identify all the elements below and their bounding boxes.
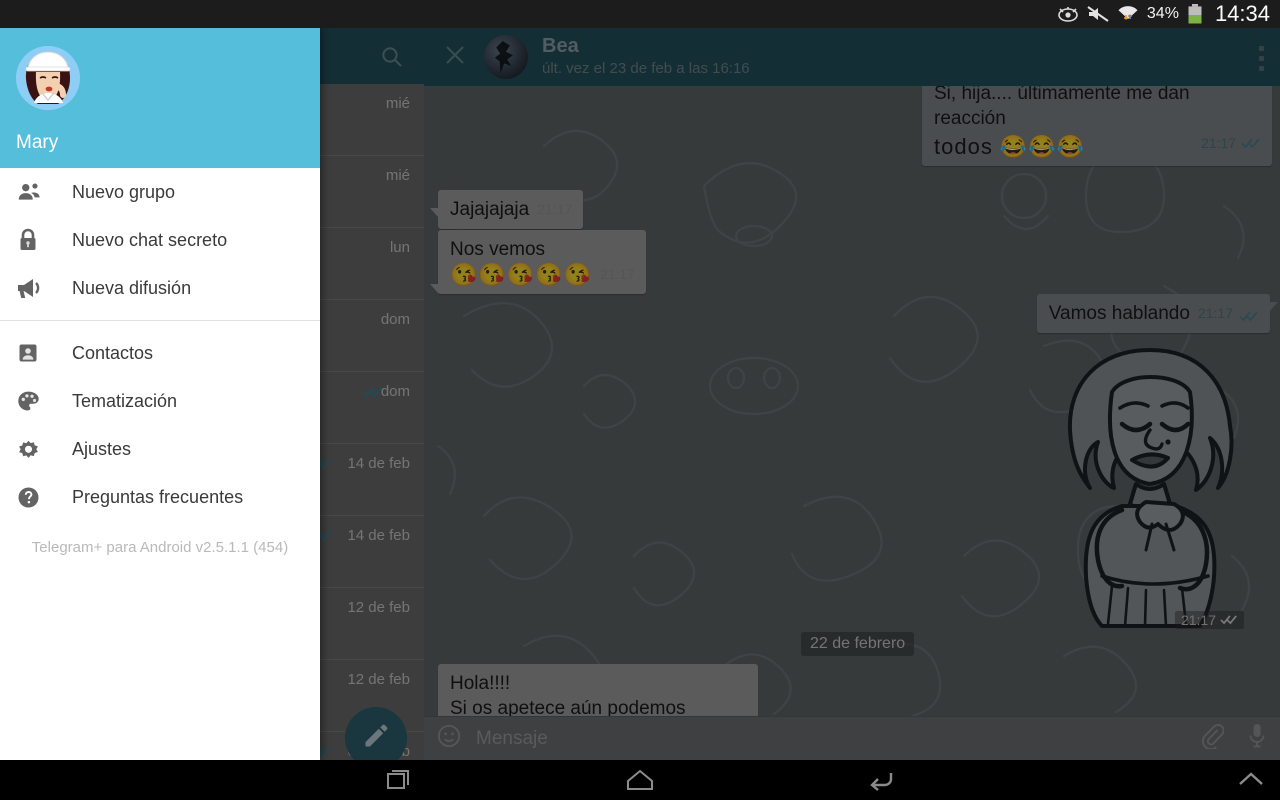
mute-icon: [1087, 5, 1109, 23]
drawer-item-contactos[interactable]: Contactos: [0, 329, 320, 377]
drawer-item-nueva-difusi-n[interactable]: Nueva difusión: [0, 264, 320, 312]
wifi-icon: [1117, 5, 1139, 23]
drawer-item-nuevo-grupo[interactable]: Nuevo grupo: [0, 168, 320, 216]
drawer-item-label: Preguntas frecuentes: [72, 486, 244, 507]
status-bar: 34% 14:34: [0, 0, 1280, 28]
recents-icon[interactable]: [383, 768, 415, 797]
drawer-item-nuevo-chat-secreto[interactable]: Nuevo chat secreto: [0, 216, 320, 264]
drawer-item-label: Nuevo grupo: [72, 181, 176, 202]
lock-icon: [14, 227, 72, 253]
drawer-item-label: Contactos: [72, 342, 154, 363]
new-group-icon: [14, 179, 72, 205]
drawer-header: Mary: [0, 28, 320, 168]
back-icon[interactable]: [865, 768, 897, 797]
drawer-item-label: Ajustes: [72, 438, 132, 459]
device-screen: 34% 14:34 miémiélundomquedar!...dom14 de…: [0, 0, 1280, 800]
drawer-item-label: Nuevo chat secreto: [72, 229, 228, 250]
avatar[interactable]: [16, 46, 80, 110]
user-avatar-image: [16, 46, 80, 110]
contacts-icon: [14, 341, 72, 365]
drawer-user-name: Mary: [16, 132, 59, 153]
palette-icon: [14, 389, 72, 414]
help-icon: [14, 485, 72, 510]
navigation-drawer: Mary Nuevo grupo Nuevo chat secreto Nueva …: [0, 28, 320, 760]
drawer-item-preguntas-frecuentes[interactable]: Preguntas frecuentes: [0, 473, 320, 521]
android-nav-bar: [0, 760, 1280, 800]
drawer-divider: [0, 320, 320, 321]
home-icon[interactable]: [623, 768, 657, 797]
status-clock: 14:34: [1214, 1, 1270, 26]
drawer-item-label: Nueva difusión: [72, 277, 192, 298]
drawer-items-primary: Nuevo grupo Nuevo chat secreto Nueva difus…: [0, 168, 320, 312]
megaphone-icon: [14, 276, 72, 300]
battery-icon: [1187, 4, 1203, 24]
app-version-label: Telegram+ para Android v2.5.1.1 (454): [31, 539, 289, 556]
battery-percent: 34%: [1146, 5, 1179, 22]
drawer-item-label: Tematización: [72, 390, 178, 411]
expand-icon[interactable]: [1236, 768, 1266, 795]
drawer-item-ajustes[interactable]: Ajustes: [0, 425, 320, 473]
eye-icon: [1057, 6, 1079, 22]
drawer-item-tematizaci-n[interactable]: Tematización: [0, 377, 320, 425]
drawer-items-secondary: Contactos Tematización Ajustes Preguntas fr…: [0, 329, 320, 521]
gear-icon: [14, 437, 72, 462]
